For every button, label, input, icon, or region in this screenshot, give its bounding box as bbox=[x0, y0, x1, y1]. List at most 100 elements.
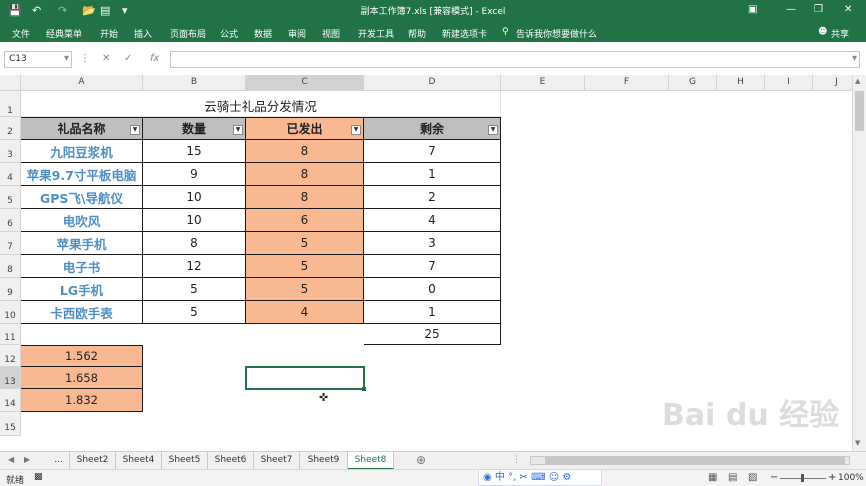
gift-name-cell[interactable]: 九阳豆浆机 bbox=[21, 140, 143, 163]
remaining-cell[interactable]: 1 bbox=[364, 301, 501, 324]
row-header[interactable]: 14 bbox=[0, 389, 21, 412]
row-header[interactable]: 13 bbox=[0, 367, 21, 389]
tab-new-tab[interactable]: 新建选项卡 bbox=[442, 27, 487, 40]
add-sheet-icon[interactable]: ⊕ bbox=[416, 453, 426, 467]
ime-scissors-icon[interactable]: ✂ bbox=[519, 472, 527, 483]
ime-language[interactable]: 中 bbox=[495, 472, 505, 483]
tab-view[interactable]: 视图 bbox=[322, 27, 340, 40]
tab-file[interactable]: 文件 bbox=[12, 27, 30, 40]
column-header-f[interactable]: F bbox=[585, 75, 669, 91]
tab-sheet9[interactable]: Sheet9 bbox=[300, 452, 348, 470]
row-header[interactable]: 6 bbox=[0, 209, 21, 232]
remaining-cell[interactable]: 0 bbox=[364, 278, 501, 301]
header-issued[interactable]: 已发出 ▼ bbox=[246, 117, 364, 140]
row-header[interactable]: 2 bbox=[0, 117, 21, 140]
issued-cell[interactable]: 8 bbox=[246, 140, 364, 163]
quantity-cell[interactable]: 5 bbox=[143, 278, 246, 301]
restore-icon[interactable]: ❐ bbox=[814, 4, 823, 15]
scroll-up-icon[interactable]: ▲ bbox=[855, 77, 860, 85]
tab-help[interactable]: 帮助 bbox=[408, 27, 426, 40]
close-icon[interactable]: ✕ bbox=[844, 4, 852, 15]
tab-sheet8[interactable]: Sheet8 bbox=[348, 452, 394, 470]
tell-me-input[interactable]: 告诉我你想要做什么 bbox=[516, 27, 597, 40]
vertical-scroll-thumb[interactable] bbox=[855, 91, 864, 131]
ime-user-icon[interactable]: ☺ bbox=[549, 472, 559, 483]
filter-dropdown-icon[interactable]: ▼ bbox=[351, 125, 361, 135]
insert-function-icon[interactable]: fx bbox=[150, 53, 159, 64]
tab-page-layout[interactable]: 页面布局 bbox=[170, 27, 206, 40]
gift-name-cell[interactable]: 电子书 bbox=[21, 255, 143, 278]
remaining-total-cell[interactable]: 25 bbox=[364, 324, 501, 345]
header-remaining[interactable]: 剩余 ▼ bbox=[364, 117, 501, 140]
enter-icon[interactable]: ✓ bbox=[124, 53, 132, 64]
tab-formulas[interactable]: 公式 bbox=[220, 27, 238, 40]
tab-sheet2[interactable]: Sheet2 bbox=[70, 452, 116, 470]
row-header[interactable]: 4 bbox=[0, 163, 21, 186]
fill-handle[interactable] bbox=[362, 387, 366, 391]
tab-review[interactable]: 审阅 bbox=[288, 27, 306, 40]
gift-name-cell[interactable]: 电吹风 bbox=[21, 209, 143, 232]
sheet-title[interactable]: 云骑士礼品分发情况 bbox=[21, 91, 501, 117]
ime-toolbar[interactable]: ◉ 中 °, ✂ ⌨ ☺ ⚙ bbox=[478, 469, 602, 486]
column-header-g[interactable]: G bbox=[669, 75, 717, 91]
tab-sheet7[interactable]: Sheet7 bbox=[254, 452, 300, 470]
ribbon-display-icon[interactable]: ▣ bbox=[748, 4, 757, 15]
filter-dropdown-icon[interactable]: ▼ bbox=[233, 125, 243, 135]
remaining-cell[interactable]: 7 bbox=[364, 255, 501, 278]
filter-dropdown-icon[interactable]: ▼ bbox=[130, 125, 140, 135]
gift-name-cell[interactable]: 卡西欧手表 bbox=[21, 301, 143, 324]
next-sheet-icon[interactable]: ▶ bbox=[24, 455, 30, 464]
quantity-cell[interactable]: 15 bbox=[143, 140, 246, 163]
filter-dropdown-icon[interactable]: ▼ bbox=[488, 125, 498, 135]
tab-sheet5[interactable]: Sheet5 bbox=[162, 452, 208, 470]
issued-cell[interactable]: 5 bbox=[246, 278, 364, 301]
page-layout-view-icon[interactable]: ▤ bbox=[728, 472, 737, 483]
column-header-h[interactable]: H bbox=[717, 75, 765, 91]
macro-record-icon[interactable]: ▩ bbox=[34, 472, 43, 482]
remaining-cell[interactable]: 4 bbox=[364, 209, 501, 232]
row-header[interactable]: 5 bbox=[0, 186, 21, 209]
normal-view-icon[interactable]: ▦ bbox=[708, 472, 717, 483]
row-header[interactable]: 9 bbox=[0, 278, 21, 301]
column-header-j[interactable]: J bbox=[813, 75, 852, 91]
name-box[interactable]: C13 bbox=[4, 51, 72, 68]
tab-developer[interactable]: 开发工具 bbox=[358, 27, 394, 40]
value-cell[interactable]: 1.658 bbox=[21, 367, 143, 389]
minimize-icon[interactable]: — bbox=[786, 4, 796, 15]
select-all-corner[interactable] bbox=[0, 75, 21, 91]
header-gift-name[interactable]: 礼品名称 ▼ bbox=[21, 117, 143, 140]
issued-cell[interactable]: 8 bbox=[246, 163, 364, 186]
gift-name-cell[interactable]: 苹果手机 bbox=[21, 232, 143, 255]
expand-formula-icon[interactable]: ▾ bbox=[852, 53, 857, 64]
tab-more-sheets[interactable]: ... bbox=[48, 452, 70, 470]
selected-cell-c13[interactable] bbox=[245, 366, 365, 390]
ime-gear-icon[interactable]: ⚙ bbox=[562, 472, 571, 483]
zoom-level[interactable]: 100% bbox=[838, 473, 864, 483]
tab-split-icon[interactable]: ⋮ bbox=[512, 455, 521, 465]
row-header[interactable]: 11 bbox=[0, 324, 21, 345]
ime-punctuation-icon[interactable]: °, bbox=[508, 472, 516, 483]
column-header-i[interactable]: I bbox=[765, 75, 813, 91]
scroll-down-icon[interactable]: ▼ bbox=[855, 439, 860, 447]
tab-insert[interactable]: 插入 bbox=[134, 27, 152, 40]
prev-sheet-icon[interactable]: ◀ bbox=[8, 455, 14, 464]
header-quantity[interactable]: 数量 ▼ bbox=[143, 117, 246, 140]
quantity-cell[interactable]: 12 bbox=[143, 255, 246, 278]
column-header-b[interactable]: B bbox=[143, 75, 246, 91]
remaining-cell[interactable]: 3 bbox=[364, 232, 501, 255]
gift-name-cell[interactable]: LG手机 bbox=[21, 278, 143, 301]
quantity-cell[interactable]: 5 bbox=[143, 301, 246, 324]
tab-sheet4[interactable]: Sheet4 bbox=[116, 452, 162, 470]
row-header[interactable]: 8 bbox=[0, 255, 21, 278]
quantity-cell[interactable]: 9 bbox=[143, 163, 246, 186]
row-header[interactable]: 3 bbox=[0, 140, 21, 163]
zoom-slider-thumb[interactable] bbox=[801, 474, 804, 482]
row-header[interactable]: 10 bbox=[0, 301, 21, 324]
quantity-cell[interactable]: 10 bbox=[143, 209, 246, 232]
row-header[interactable]: 12 bbox=[0, 345, 21, 367]
remaining-cell[interactable]: 1 bbox=[364, 163, 501, 186]
remaining-cell[interactable]: 2 bbox=[364, 186, 501, 209]
row-header[interactable]: 15 bbox=[0, 412, 21, 436]
tab-home[interactable]: 开始 bbox=[100, 27, 118, 40]
formula-input[interactable] bbox=[170, 51, 860, 68]
